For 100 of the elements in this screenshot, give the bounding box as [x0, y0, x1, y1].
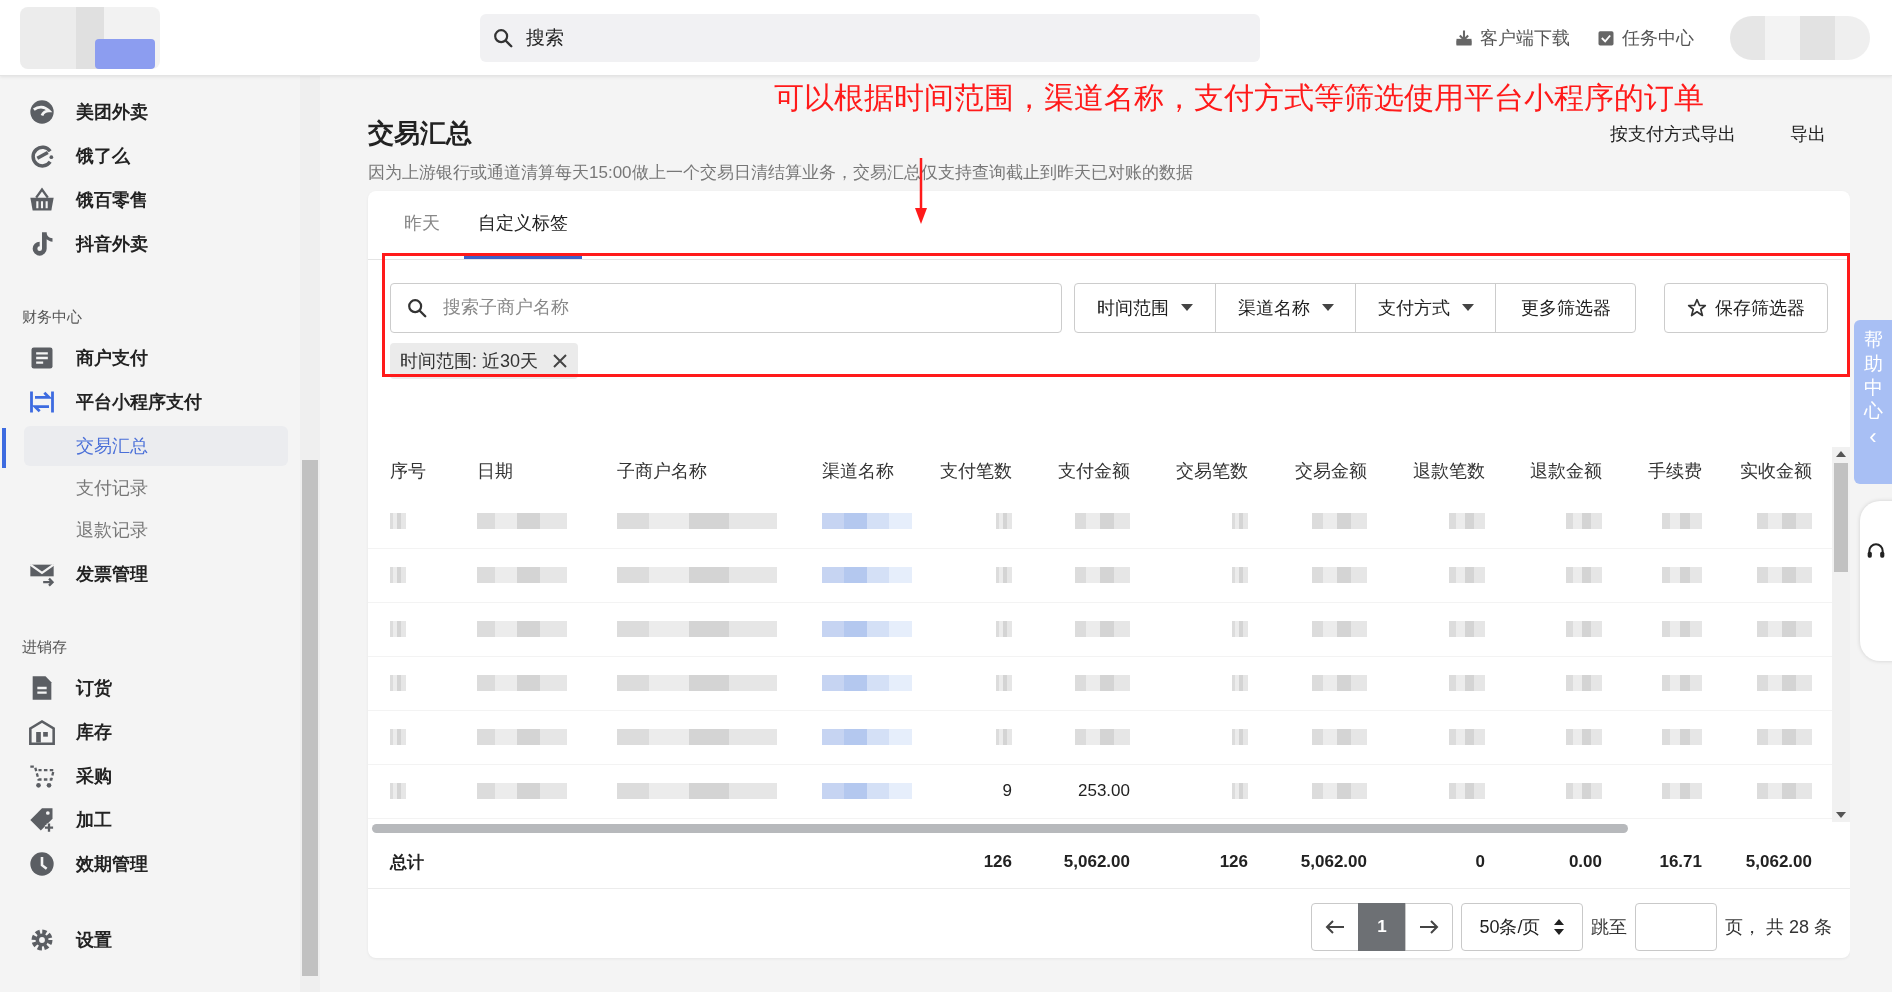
sidebar-item[interactable]: 库存 — [0, 710, 300, 754]
export-button[interactable]: 导出 — [1790, 122, 1826, 146]
caret-icon — [1181, 303, 1193, 312]
blurred-text — [1566, 675, 1602, 692]
blurred-text — [996, 621, 1012, 638]
scrollbar[interactable] — [1832, 446, 1850, 823]
jump-label: 跳至 — [1590, 915, 1627, 939]
filter-dropdown[interactable]: 时间范围 — [1075, 283, 1215, 332]
next-page-button[interactable] — [1404, 902, 1453, 951]
blurred-text — [996, 675, 1012, 692]
total-value: 0.00 — [1568, 852, 1602, 873]
sidebar-item[interactable]: 饿了么 — [0, 134, 300, 178]
table-cell: 253.00 — [1078, 781, 1130, 802]
scrollbar[interactable] — [372, 824, 1628, 834]
total-value: 0 — [1475, 852, 1485, 873]
column-header: 支付金额 — [1057, 459, 1131, 483]
blurred-text — [1312, 621, 1367, 638]
blurred-text — [1449, 513, 1485, 530]
page-button[interactable]: 1 — [1357, 902, 1406, 951]
page-title: 交易汇总 — [368, 117, 473, 150]
blurred-text — [996, 729, 1012, 746]
save-filter-button[interactable]: 保存筛选器 — [1664, 282, 1828, 333]
column-header: 实收金额 — [1739, 459, 1813, 483]
total-value: 16.71 — [1659, 852, 1702, 873]
tag-plus-icon — [28, 806, 56, 834]
filter-dropdown[interactable]: 支付方式 — [1355, 283, 1495, 332]
blurred-text — [1662, 783, 1702, 800]
total-value: 5,062.00 — [1063, 852, 1130, 873]
column-header: 交易笔数 — [1175, 459, 1249, 483]
blurred-text — [1757, 513, 1812, 530]
blurred-text — [390, 513, 406, 530]
blurred-text — [996, 567, 1012, 584]
close-icon[interactable] — [552, 352, 569, 369]
export-button[interactable]: 按支付方式导出 — [1610, 122, 1736, 146]
blurred-text — [1449, 675, 1485, 692]
total-value: 126 — [983, 852, 1012, 873]
sidebar-item[interactable]: 加工 — [0, 798, 300, 842]
warehouse-icon — [28, 718, 56, 746]
column-header: 退款金额 — [1529, 459, 1603, 483]
search-field[interactable]: 搜索子商户名称 — [390, 282, 1062, 333]
sidebar-item[interactable]: 效期管理 — [0, 842, 300, 886]
blurred-text — [1757, 729, 1812, 746]
blurred-text — [1312, 783, 1367, 800]
table-cell: 9 — [1002, 781, 1012, 802]
blurred-text — [1312, 675, 1367, 692]
blurred-text — [1232, 675, 1248, 692]
tab[interactable]: 自定义标签 — [464, 191, 582, 259]
scrollbar[interactable] — [300, 76, 320, 992]
blurred-text — [1566, 729, 1602, 746]
sidebar-item[interactable]: 订货 — [0, 666, 300, 710]
blurred-text — [390, 729, 406, 746]
top-link[interactable]: 客户端下载 — [1454, 25, 1570, 50]
sort-caret-icon — [1554, 918, 1565, 935]
blurred-text — [1449, 729, 1485, 746]
sidebar-item[interactable]: 平台小程序支付 — [0, 380, 300, 424]
sidebar-subitem[interactable]: 交易汇总 — [24, 426, 288, 466]
blurred-text — [1662, 567, 1702, 584]
total-value: 5,062.00 — [1300, 852, 1367, 873]
blurred-text — [1075, 567, 1130, 584]
annotation-text: 可以根据时间范围，渠道名称，支付方式等筛选使用平台小程序的订单 — [774, 80, 1704, 116]
sidebar-subitem[interactable]: 退款记录 — [24, 510, 288, 550]
blurred-text — [1566, 567, 1602, 584]
blurred-text — [1662, 621, 1702, 638]
page-description: 因为上游银行或通道清算每天15:00做上一个交易日清结算业务，交易汇总仅支持查询截止到昨天已对账的数据 — [368, 162, 1194, 184]
total-count: 页， 共 28 条 — [1724, 915, 1832, 939]
total-label: 总计 — [390, 851, 424, 874]
blurred-text — [1232, 729, 1248, 746]
sidebar-item[interactable]: 抖音外卖 — [0, 222, 300, 266]
caret-icon — [1321, 303, 1334, 312]
blurred-text — [1449, 567, 1485, 584]
blurred-text — [1662, 513, 1702, 530]
sidebar-item[interactable]: 饿百零售 — [0, 178, 300, 222]
headset-icon — [1866, 541, 1886, 561]
sidebar-item[interactable]: 美团外卖 — [0, 90, 300, 134]
top-link[interactable]: 任务中心 — [1596, 25, 1694, 50]
filter-button[interactable]: 更多筛选器 — [1495, 283, 1635, 332]
filter-dropdown[interactable]: 渠道名称 — [1215, 283, 1355, 332]
page-input[interactable] — [1634, 902, 1717, 951]
caret-down-icon — [1836, 812, 1846, 819]
sidebar-subitem[interactable]: 支付记录 — [24, 468, 288, 508]
sidebar-item[interactable]: 商户支付 — [0, 336, 300, 380]
sidebar-item[interactable]: 采购 — [0, 754, 300, 798]
search-icon — [492, 26, 514, 49]
search-field[interactable]: 搜索 — [480, 13, 1260, 62]
arrow-right-icon — [1418, 918, 1439, 935]
scrollbar-thumb[interactable] — [1834, 462, 1848, 573]
blurred-text — [1449, 621, 1485, 638]
blurred-text — [390, 783, 406, 800]
sidebar-item[interactable]: 设置 — [0, 918, 300, 962]
blurred-text — [1232, 513, 1248, 530]
page-size-select[interactable]: 50条/页 — [1460, 902, 1583, 951]
blurred-text — [1232, 621, 1248, 638]
support-button[interactable] — [1860, 501, 1892, 661]
sidebar-item[interactable]: 发票管理 — [0, 552, 300, 596]
column-header: 交易金额 — [1294, 459, 1368, 483]
section-heading: 财务中心 — [21, 307, 83, 327]
blurred-text — [1232, 783, 1248, 800]
tab[interactable]: 昨天 — [390, 191, 454, 259]
blurred-text — [1566, 621, 1602, 638]
blurred-text — [1449, 783, 1485, 800]
